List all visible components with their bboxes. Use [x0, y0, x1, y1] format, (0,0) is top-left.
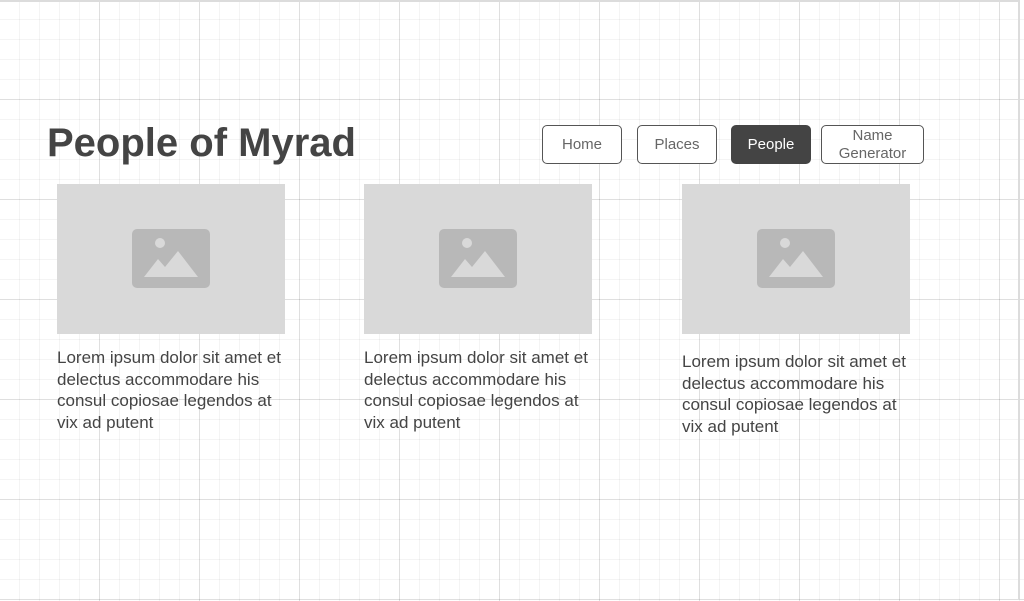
nav-name-generator-label: Name Generator — [839, 127, 907, 163]
image-placeholder — [682, 184, 910, 334]
nav-people-button[interactable]: People — [731, 125, 811, 164]
nav-places-label: Places — [654, 135, 700, 153]
card-description: Lorem ipsum dolor sit amet et delectus a… — [682, 352, 906, 436]
nav-places-button[interactable]: Places — [637, 125, 717, 164]
nav-name-generator-button[interactable]: Name Generator — [821, 125, 924, 164]
image-placeholder — [57, 184, 285, 334]
nav-name-generator-line2: Generator — [838, 144, 907, 162]
person-card: Lorem ipsum dolor sit amet et delectus a… — [682, 184, 910, 437]
card-description: Lorem ipsum dolor sit amet et delectus a… — [364, 348, 588, 432]
image-placeholder-icon — [439, 229, 517, 288]
person-card: Lorem ipsum dolor sit amet et delectus a… — [364, 184, 592, 433]
card-description: Lorem ipsum dolor sit amet et delectus a… — [57, 348, 281, 432]
image-placeholder — [364, 184, 592, 334]
nav-home-button[interactable]: Home — [542, 125, 622, 164]
page-title: People of Myrad — [47, 121, 356, 165]
nav-home-label: Home — [561, 135, 602, 153]
person-card: Lorem ipsum dolor sit amet et delectus a… — [57, 184, 285, 433]
nav-name-generator-line1: Name — [852, 126, 893, 144]
nav-people-label: People — [747, 135, 795, 153]
image-placeholder-icon — [132, 229, 210, 288]
image-placeholder-icon — [757, 229, 835, 288]
